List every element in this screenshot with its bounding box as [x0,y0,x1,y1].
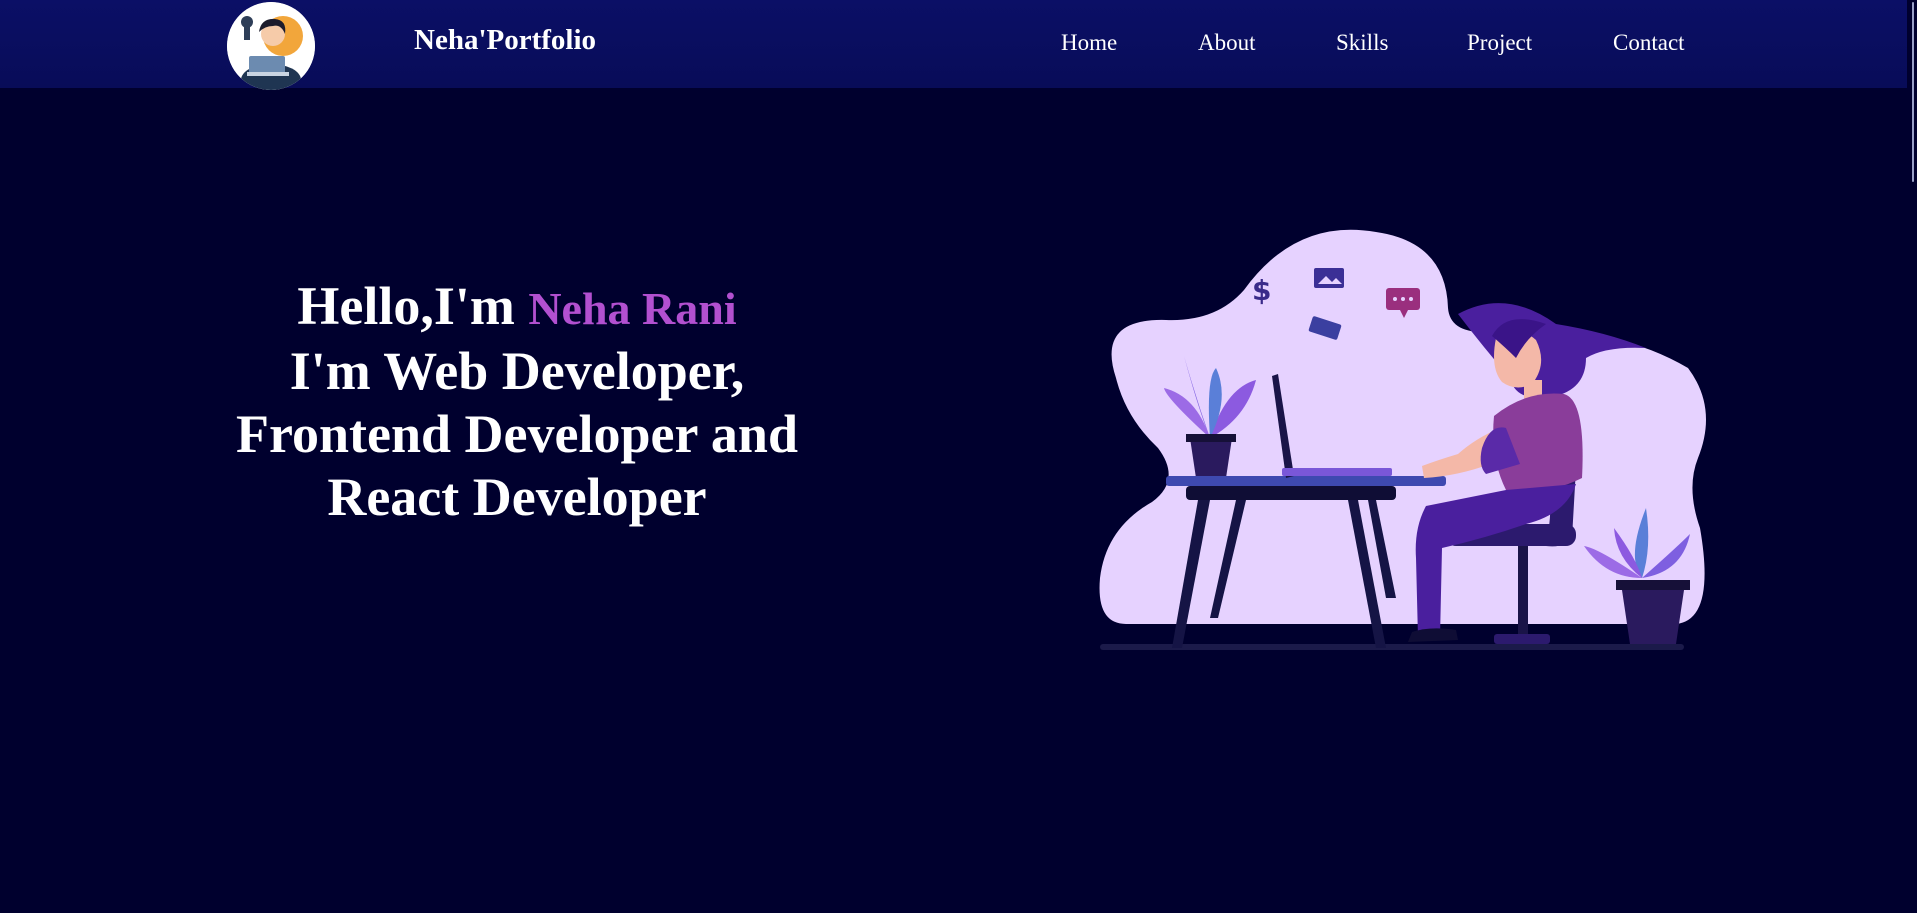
hero-line-4: React Developer [327,467,707,527]
scrollbar[interactable] [1907,0,1917,913]
nav-link-project[interactable]: Project [1467,30,1532,56]
illustration-floor [1100,644,1684,650]
hero-line-3: Frontend Developer and [235,404,799,464]
nav-menu: Home About Skills Project Contact [0,30,1917,62]
hero-illustration: $ [1099,229,1706,650]
hero-heading: Hello,I'm Neha Rani I'm Web Developer, F… [200,275,834,529]
hero-greeting: Hello,I'm [297,276,515,336]
navbar: Neha'Portfolio Home About Skills Project… [0,0,1917,90]
dollar-icon: $ [1252,274,1271,307]
hero-line-2: I'm Web Developer, [289,341,745,401]
nav-link-home[interactable]: Home [1061,30,1117,56]
hero-greeting-line: Hello,I'm Neha Rani [200,275,834,340]
nav-link-contact[interactable]: Contact [1613,30,1685,56]
nav-link-about[interactable]: About [1198,30,1256,56]
image-icon [1314,268,1344,288]
hero-name: Neha Rani [528,283,737,334]
desk-top [1166,476,1446,486]
scrollbar-thumb[interactable] [1912,2,1914,182]
nav-link-skills[interactable]: Skills [1336,30,1388,56]
